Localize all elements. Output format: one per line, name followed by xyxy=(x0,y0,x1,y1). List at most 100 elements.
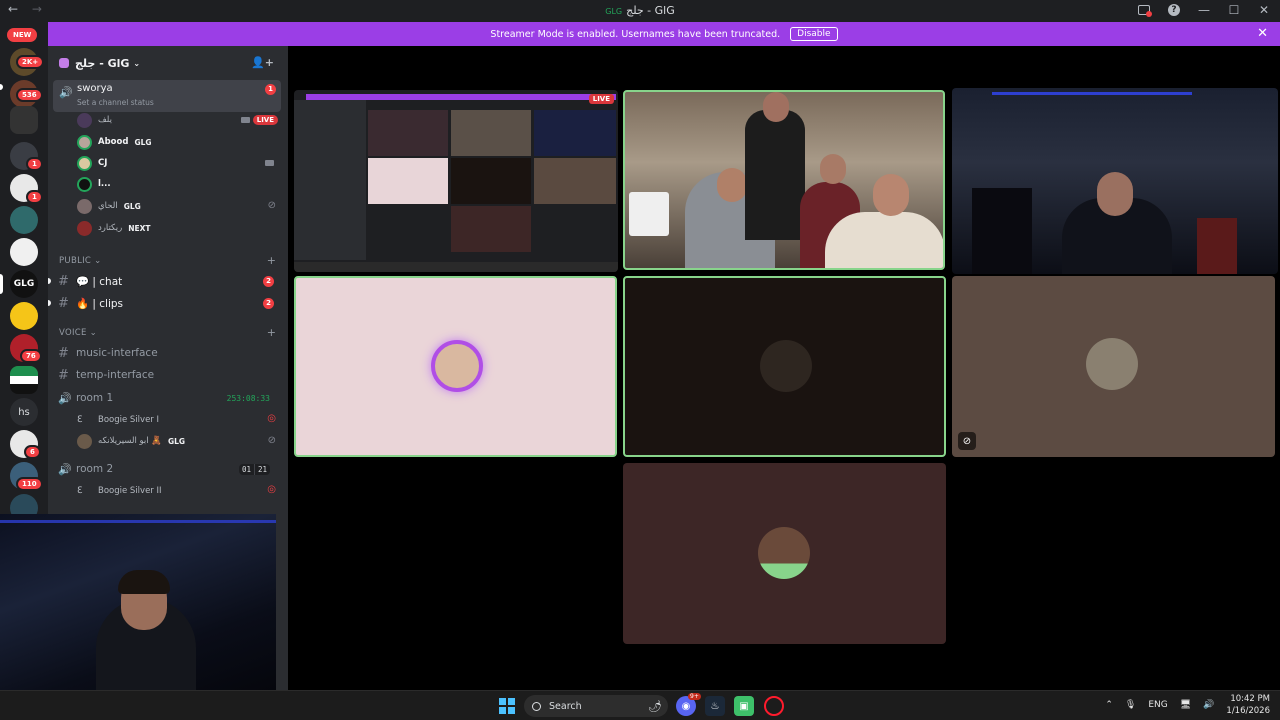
channel-label: temp-interface xyxy=(76,369,155,381)
avatar xyxy=(760,340,812,392)
voice-member[interactable]: ℇ Boogie Silver II xyxy=(77,482,162,500)
avatar xyxy=(77,433,92,449)
video-tile-group[interactable] xyxy=(623,90,945,270)
video-tile-avatar[interactable]: ⊘ xyxy=(952,276,1275,457)
live-badge: LIVE xyxy=(252,115,278,125)
unread-pill xyxy=(0,84,3,90)
channel-label: music-interface xyxy=(76,347,158,359)
chili-pepper-icon: 🌶 xyxy=(648,699,662,713)
voice-member[interactable]: l... xyxy=(77,175,111,193)
server-badge: 1 xyxy=(26,157,43,171)
banner-message: Streamer Mode is enabled. Usernames have… xyxy=(490,28,781,40)
android-app-icon[interactable]: ▣ xyxy=(734,696,754,716)
member-name: Abood xyxy=(98,137,129,147)
camera-icon xyxy=(241,117,250,123)
opera-app-icon[interactable] xyxy=(764,696,784,716)
video-tile-room[interactable] xyxy=(952,88,1278,274)
volume-icon[interactable]: 🔊 xyxy=(1203,700,1214,710)
game-icon: ℇ xyxy=(77,415,83,425)
microphone-icon[interactable]: 🎙 xyxy=(1125,700,1136,710)
hash-icon: # xyxy=(58,295,69,311)
speaker-icon: 🔊 xyxy=(58,462,72,476)
windows-start-icon[interactable] xyxy=(499,698,515,714)
member-name: l... xyxy=(98,179,111,189)
close-window-button[interactable]: ✕ xyxy=(1256,2,1272,18)
muted-mic-icon: ⊘ xyxy=(267,200,276,211)
chevron-down-icon: ⌄ xyxy=(133,58,141,68)
invite-people-icon[interactable]: 👤+ xyxy=(251,56,274,69)
chevron-up-icon[interactable]: ⌃ xyxy=(1105,700,1113,710)
channel-clips[interactable]: # 🔥 | clips 2 xyxy=(58,293,280,313)
hash-icon: # xyxy=(58,367,69,383)
disable-streamer-mode-button[interactable]: Disable xyxy=(790,27,838,41)
category-public[interactable]: PUBLIC ⌄ xyxy=(59,256,102,266)
hash-icon: # xyxy=(58,345,69,361)
video-stage: LIVE ⊘ xyxy=(290,46,1280,690)
help-icon[interactable]: ? xyxy=(1166,2,1182,18)
guild-boost-icon xyxy=(59,58,69,68)
category-voice[interactable]: VOICE ⌄ xyxy=(59,328,97,338)
language-indicator[interactable]: ENG xyxy=(1148,700,1167,710)
windows-taskbar: Search 🌶 ◉ 9+ ♨ ▣ ⌃ 🎙 ENG 🖥 🔊 10:42 PM 1… xyxy=(0,690,1280,720)
active-voice-channel[interactable]: 🔊 sworya Set a channel status 1 xyxy=(53,80,281,112)
voice-member[interactable]: ℇ Boogie Silver I xyxy=(77,411,159,429)
steam-app-icon[interactable]: ♨ xyxy=(705,696,725,716)
voice-member[interactable]: Abood GLG xyxy=(77,133,152,151)
voice-channel-room2[interactable]: 🔊 room 2 01 21 xyxy=(58,459,280,479)
facecam-overlay xyxy=(0,514,276,692)
server-icon[interactable] xyxy=(10,206,38,234)
create-channel-icon[interactable]: + xyxy=(267,326,276,339)
selected-pill xyxy=(0,274,3,294)
video-tile-avatar[interactable] xyxy=(623,276,946,457)
camera-icon xyxy=(265,160,274,166)
voice-member[interactable]: ابو السيريلانكه 🧸 GLG xyxy=(77,432,185,450)
channel-music-interface[interactable]: # music-interface xyxy=(58,343,280,363)
member-tag: GLG xyxy=(134,137,152,147)
taskbar-search[interactable]: Search 🌶 xyxy=(524,695,668,717)
create-channel-icon[interactable]: + xyxy=(267,254,276,267)
deafened-icon: ◎ xyxy=(267,413,276,424)
video-tile-avatar[interactable] xyxy=(623,463,946,644)
voice-channel-room1[interactable]: 🔊 room 1 253:08:33 xyxy=(58,388,280,408)
server-icon[interactable] xyxy=(10,366,38,394)
maximize-button[interactable]: ☐ xyxy=(1226,2,1242,18)
voice-member[interactable]: ريكتارد NEXT xyxy=(77,219,151,237)
close-banner-icon[interactable]: ✕ xyxy=(1257,26,1268,41)
unread-indicator xyxy=(48,300,51,306)
inbox-monitor-icon[interactable] xyxy=(1136,2,1152,18)
minimize-button[interactable]: — xyxy=(1196,2,1212,18)
channel-status[interactable]: Set a channel status xyxy=(77,98,154,107)
member-tag: GLG xyxy=(123,201,141,211)
server-badge: 6 xyxy=(24,445,41,459)
server-icon[interactable] xyxy=(10,302,38,330)
channel-label: 🔥 | clips xyxy=(76,297,124,310)
server-badge: 1 xyxy=(26,190,43,204)
voice-member[interactable]: CJ xyxy=(77,154,107,172)
video-tile-avatar[interactable] xyxy=(294,276,617,457)
voice-member[interactable]: الحاي GLG xyxy=(77,197,141,215)
server-icon[interactable] xyxy=(10,106,38,134)
server-icon[interactable] xyxy=(10,238,38,266)
screenshare-tile[interactable]: LIVE xyxy=(294,90,618,272)
member-name: ابو السيريلانكه 🧸 xyxy=(98,436,162,446)
window-titlebar: ← → GLG جلج - GlG ? — ☐ ✕ xyxy=(0,0,1280,22)
server-icon-hs[interactable]: hs xyxy=(10,398,38,426)
hash-icon: # xyxy=(58,273,69,289)
avatar xyxy=(77,176,92,192)
network-icon[interactable]: 🖥 xyxy=(1180,700,1191,710)
channel-temp-interface[interactable]: # temp-interface xyxy=(58,365,280,385)
avatar xyxy=(77,155,92,171)
member-tag: NEXT xyxy=(128,223,151,233)
server-badge: 110 xyxy=(16,477,43,491)
server-icon-glg[interactable]: GLG xyxy=(10,270,38,298)
window-controls: ? — ☐ ✕ xyxy=(1136,2,1272,18)
member-name: CJ xyxy=(98,158,108,168)
user-limit-counter: 01 21 xyxy=(238,463,270,475)
guild-name: جلج - GlG xyxy=(75,56,130,70)
channel-chat[interactable]: # 💬 | chat 2 xyxy=(58,271,280,291)
clock[interactable]: 10:42 PM 1/16/2026 xyxy=(1226,693,1270,717)
member-name: الحاي xyxy=(98,201,118,211)
voice-member[interactable]: يلف xyxy=(77,111,112,129)
guild-header[interactable]: جلج - GlG ⌄ 👤+ xyxy=(48,46,288,80)
voice-count-badge: 1 xyxy=(265,84,276,95)
